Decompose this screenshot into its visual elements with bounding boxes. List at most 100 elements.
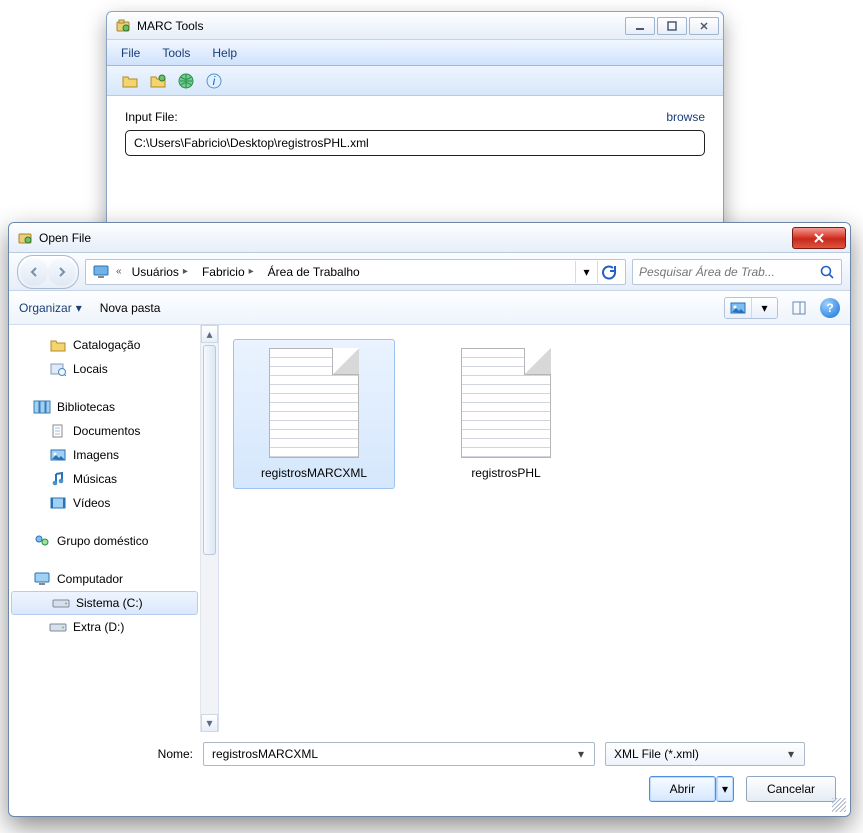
dialog-close-button[interactable] [792, 227, 846, 249]
tree-item-videos[interactable]: Vídeos [9, 491, 200, 515]
open-button[interactable]: Abrir [649, 776, 716, 802]
tree-label: Computador [57, 572, 123, 586]
nav-row: « Usuários▸ Fabricio▸ Área de Trabalho ▾ [9, 253, 850, 291]
tree-label: Extra (D:) [73, 620, 124, 634]
breadcrumb-dropdown[interactable]: ▾ [575, 261, 597, 283]
input-file-field[interactable] [125, 130, 705, 156]
search-box[interactable] [632, 259, 842, 285]
cancel-button[interactable]: Cancelar [746, 776, 836, 802]
open-file-dialog: Open File « Usuários▸ Fabricio▸ Área de … [8, 222, 851, 817]
open-label: Abrir [670, 782, 695, 796]
chevron-right-icon: ▸ [181, 266, 190, 277]
filename-label: Nome: [23, 747, 193, 761]
tree-item-computador[interactable]: Computador [9, 567, 200, 591]
app-icon [115, 18, 131, 34]
search-icon[interactable] [819, 264, 835, 280]
drive-icon [49, 618, 67, 636]
search-input[interactable] [639, 265, 813, 279]
main-menubar: File Tools Help [107, 40, 723, 66]
nav-back-button[interactable] [20, 258, 48, 286]
scroll-thumb[interactable] [203, 345, 216, 555]
view-icon [725, 298, 751, 318]
tree-label: Imagens [73, 448, 119, 462]
breadcrumb-label: Fabricio [202, 265, 245, 279]
tree-item-extra-d[interactable]: Extra (D:) [9, 615, 200, 639]
maximize-button[interactable] [657, 17, 687, 35]
view-mode-button[interactable]: ▾ [724, 297, 778, 319]
input-file-label: Input File: [125, 110, 178, 124]
chevron-down-icon: ▾ [572, 747, 590, 761]
open-folder-icon[interactable] [121, 72, 139, 90]
organize-label: Organizar [19, 301, 72, 315]
computer-icon [33, 570, 51, 588]
filetype-combo[interactable]: XML File (*.xml) ▾ [605, 742, 805, 766]
breadcrumb-label: Usuários [132, 265, 179, 279]
info-icon[interactable]: i [205, 72, 223, 90]
menu-help[interactable]: Help [212, 46, 237, 60]
main-window-title: MARC Tools [137, 19, 203, 33]
desktop-icon [92, 263, 110, 281]
music-icon [49, 470, 67, 488]
libraries-icon [33, 398, 51, 416]
filetype-value: XML File (*.xml) [614, 747, 699, 761]
file-icon [269, 348, 359, 458]
filename-value: registrosMARCXML [212, 747, 318, 761]
tree-item-locais[interactable]: Locais [9, 357, 200, 381]
menu-tools[interactable]: Tools [162, 46, 190, 60]
nav-forward-button[interactable] [48, 258, 76, 286]
scroll-up-icon[interactable]: ▴ [201, 325, 218, 343]
tree-item-imagens[interactable]: Imagens [9, 443, 200, 467]
tree-label: Sistema (C:) [76, 596, 143, 610]
tree-item-grupo[interactable]: Grupo doméstico [9, 529, 200, 553]
refresh-button[interactable] [597, 261, 619, 283]
dialog-titlebar[interactable]: Open File [9, 223, 850, 253]
tree-item-bibliotecas[interactable]: Bibliotecas [9, 395, 200, 419]
chevron-left-icon[interactable]: « [114, 266, 124, 277]
videos-icon [49, 494, 67, 512]
menu-file[interactable]: File [121, 46, 140, 60]
main-toolbar: i [107, 66, 723, 96]
tree-label: Bibliotecas [57, 400, 115, 414]
file-label: registrosMARCXML [261, 466, 367, 480]
tree-label: Músicas [73, 472, 117, 486]
tree-item-documentos[interactable]: Documentos [9, 419, 200, 443]
tree-item-catalogacao[interactable]: Catalogação [9, 333, 200, 357]
tree-label: Grupo doméstico [57, 534, 148, 548]
drive-icon [52, 594, 70, 612]
breadcrumb[interactable]: « Usuários▸ Fabricio▸ Área de Trabalho ▾ [85, 259, 626, 285]
recent-icon [49, 360, 67, 378]
browse-link[interactable]: browse [666, 110, 705, 124]
file-icon [461, 348, 551, 458]
minimize-button[interactable] [625, 17, 655, 35]
help-button[interactable]: ? [820, 298, 840, 318]
file-item-registrosmarcxml[interactable]: registrosMARCXML [233, 339, 395, 489]
tree-scrollbar[interactable]: ▴ ▾ [200, 325, 218, 732]
open-button-dropdown[interactable]: ▾ [716, 776, 734, 802]
chevron-down-icon: ▾ [751, 298, 777, 318]
pictures-icon [49, 446, 67, 464]
dialog-title: Open File [39, 231, 91, 245]
filename-combo[interactable]: registrosMARCXML ▾ [203, 742, 595, 766]
folder-tree: Catalogação Locais Bibliotecas Documento… [9, 325, 219, 732]
scroll-down-icon[interactable]: ▾ [201, 714, 218, 732]
new-folder-button[interactable]: Nova pasta [100, 301, 161, 315]
organize-menu[interactable]: Organizar ▾ [19, 301, 82, 315]
file-item-registrosphl[interactable]: registrosPHL [425, 339, 587, 489]
tree-label: Locais [73, 362, 108, 376]
folder-icon [49, 336, 67, 354]
chevron-down-icon: ▾ [76, 301, 82, 315]
breadcrumb-seg-usuarios[interactable]: Usuários▸ [128, 260, 194, 284]
resize-grip[interactable] [832, 798, 846, 812]
tree-item-musicas[interactable]: Músicas [9, 467, 200, 491]
command-row: Organizar ▾ Nova pasta ▾ ? [9, 291, 850, 325]
preview-pane-button[interactable] [788, 300, 810, 316]
breadcrumb-seg-area[interactable]: Área de Trabalho [264, 260, 364, 284]
globe-icon[interactable] [177, 72, 195, 90]
tree-item-sistema-c[interactable]: Sistema (C:) [11, 591, 198, 615]
tree-label: Vídeos [73, 496, 110, 510]
close-button[interactable] [689, 17, 719, 35]
main-titlebar[interactable]: MARC Tools [107, 12, 723, 40]
breadcrumb-seg-fabricio[interactable]: Fabricio▸ [198, 260, 260, 284]
file-list[interactable]: registrosMARCXML registrosPHL [219, 325, 850, 732]
open-folder-alt-icon[interactable] [149, 72, 167, 90]
